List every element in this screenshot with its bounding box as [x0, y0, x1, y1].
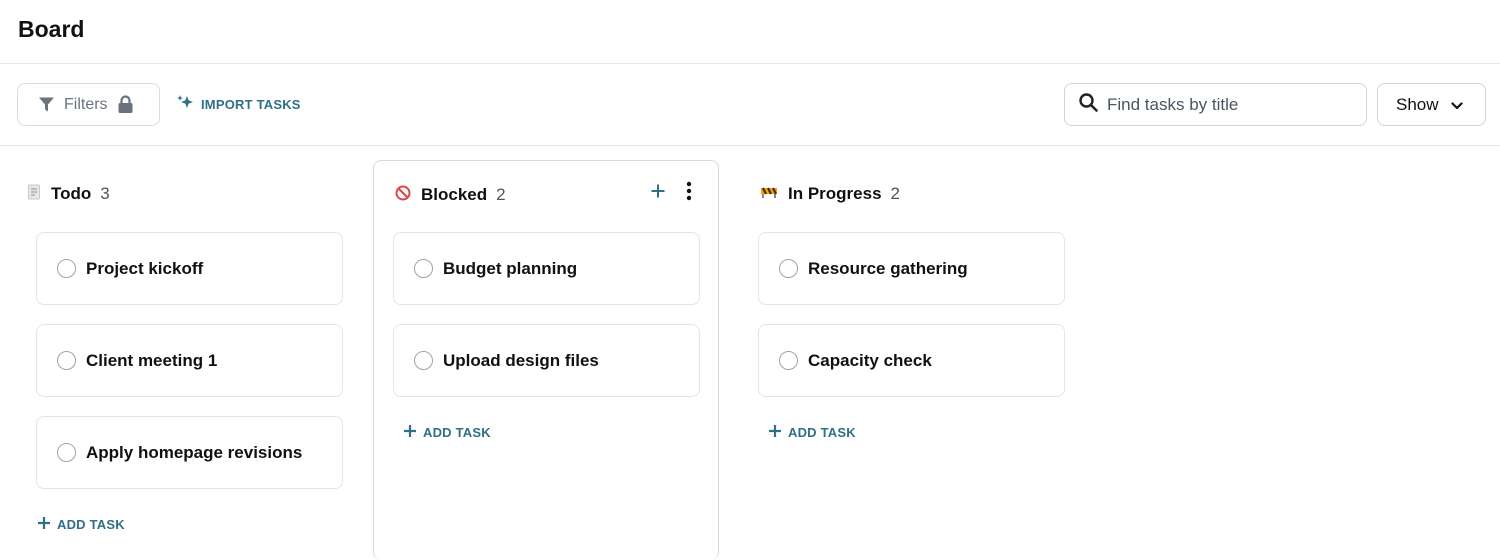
task-checkbox[interactable] — [57, 259, 76, 278]
task-card[interactable]: Resource gathering — [758, 232, 1065, 305]
column-actions — [650, 181, 692, 201]
show-label: Show — [1396, 94, 1439, 114]
toolbar: Filters IMPORT TASKS Show — [0, 65, 1500, 146]
search-icon — [1079, 92, 1098, 117]
column-header: Blocked 2 — [395, 183, 506, 207]
task-checkbox[interactable] — [414, 259, 433, 278]
task-title: Capacity check — [808, 350, 932, 370]
task-card[interactable]: Upload design files — [393, 324, 700, 397]
task-card[interactable]: Client meeting 1 — [36, 324, 343, 397]
column-in-progress: In Progress 2 Resource gathering Capacit… — [739, 160, 1085, 560]
task-title: Client meeting 1 — [86, 350, 218, 370]
task-checkbox[interactable] — [414, 351, 433, 370]
page-header: Board — [0, 0, 1500, 64]
filters-label: Filters — [64, 95, 108, 113]
task-title: Budget planning — [443, 258, 578, 278]
task-title: Resource gathering — [808, 258, 968, 278]
show-dropdown[interactable]: Show — [1377, 83, 1486, 126]
column-header: Todo 3 — [27, 182, 110, 206]
memo-icon — [27, 184, 41, 205]
task-checkbox[interactable] — [779, 259, 798, 278]
chevron-down-icon — [1450, 95, 1463, 115]
filters-button[interactable]: Filters — [17, 83, 160, 126]
task-card[interactable]: Budget planning — [393, 232, 700, 305]
add-icon[interactable] — [650, 183, 666, 199]
column-header: In Progress 2 — [760, 182, 900, 206]
import-tasks-label: IMPORT TASKS — [201, 96, 301, 112]
page-title: Board — [18, 16, 85, 42]
search-box — [1064, 83, 1367, 126]
add-task-button[interactable]: ADD TASK — [37, 514, 125, 534]
column-count: 2 — [890, 184, 901, 203]
import-tasks-button[interactable]: IMPORT TASKS — [176, 93, 301, 115]
column-title: Todo — [51, 184, 92, 203]
search-input[interactable] — [1107, 94, 1357, 115]
column-title: Blocked — [421, 185, 488, 204]
task-checkbox[interactable] — [57, 351, 76, 370]
task-title: Project kickoff — [86, 258, 204, 278]
column-title: In Progress — [788, 184, 882, 203]
construction-barrier-icon — [760, 184, 778, 204]
task-card[interactable]: Apply homepage revisions — [36, 416, 343, 489]
lock-icon — [117, 95, 134, 114]
task-card[interactable]: Capacity check — [758, 324, 1065, 397]
more-options-icon[interactable] — [686, 181, 692, 201]
task-title: Apply homepage revisions — [86, 442, 303, 462]
add-task-button[interactable]: ADD TASK — [768, 422, 856, 442]
add-task-label: ADD TASK — [788, 424, 856, 440]
add-task-button[interactable]: ADD TASK — [403, 422, 491, 442]
add-task-label: ADD TASK — [57, 516, 125, 532]
task-title: Upload design files — [443, 350, 599, 370]
column-blocked: Blocked 2 Budget planning Upload design … — [373, 160, 719, 560]
column-todo: Todo 3 Project kickoff Client meeting 1 … — [9, 160, 355, 560]
plus-icon — [768, 424, 782, 441]
column-count: 3 — [100, 184, 110, 203]
sparkles-icon — [176, 94, 195, 114]
task-checkbox[interactable] — [779, 351, 798, 370]
task-checkbox[interactable] — [57, 443, 76, 462]
task-card[interactable]: Project kickoff — [36, 232, 343, 305]
no-entry-icon — [395, 185, 411, 206]
plus-icon — [37, 516, 51, 533]
filter-icon — [38, 96, 55, 113]
add-task-label: ADD TASK — [423, 424, 491, 440]
plus-icon — [403, 424, 417, 441]
column-count: 2 — [496, 185, 506, 204]
